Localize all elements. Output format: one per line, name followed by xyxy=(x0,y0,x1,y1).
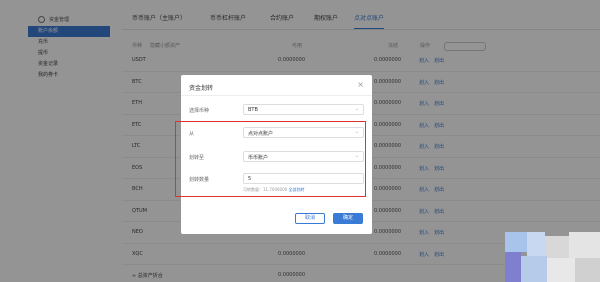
chevron-down-icon: ⌄ xyxy=(354,153,359,159)
watermark xyxy=(505,232,600,282)
to-label: 划转至 xyxy=(189,155,205,161)
currency-select[interactable]: BTB ⌄ xyxy=(243,104,364,115)
available-hint: 可转数量：11.7000000 全部划转 xyxy=(243,187,304,193)
chevron-down-icon: ⌄ xyxy=(354,129,359,135)
transfer-dialog: 资金划转 × 选择币种 BTB ⌄ 从 点对点账户 ⌄ 划转至 币币账户 ⌄ 划… xyxy=(175,75,372,234)
from-account-value: 点对点账户 xyxy=(248,131,274,137)
confirm-button[interactable]: 确定 xyxy=(333,213,363,224)
from-label: 从 xyxy=(189,131,195,137)
available-hint-text: 可转数量：11.7000000 xyxy=(243,187,288,192)
amount-label: 划转数量 xyxy=(189,177,210,183)
amount-input[interactable]: 5 xyxy=(243,173,364,184)
currency-label: 选择币种 xyxy=(189,108,210,114)
dialog-divider xyxy=(181,95,372,96)
amount-value: 5 xyxy=(248,176,252,182)
cancel-button[interactable]: 取消 xyxy=(295,213,325,224)
transfer-all-link[interactable]: 全部划转 xyxy=(288,187,304,192)
chevron-down-icon: ⌄ xyxy=(354,106,359,112)
from-account-select[interactable]: 点对点账户 ⌄ xyxy=(243,127,364,138)
currency-value: BTB xyxy=(248,107,258,113)
to-account-value: 币币账户 xyxy=(248,155,269,161)
to-account-select[interactable]: 币币账户 ⌄ xyxy=(243,151,364,162)
close-icon[interactable]: × xyxy=(357,81,364,89)
dialog-title: 资金划转 xyxy=(189,85,214,92)
